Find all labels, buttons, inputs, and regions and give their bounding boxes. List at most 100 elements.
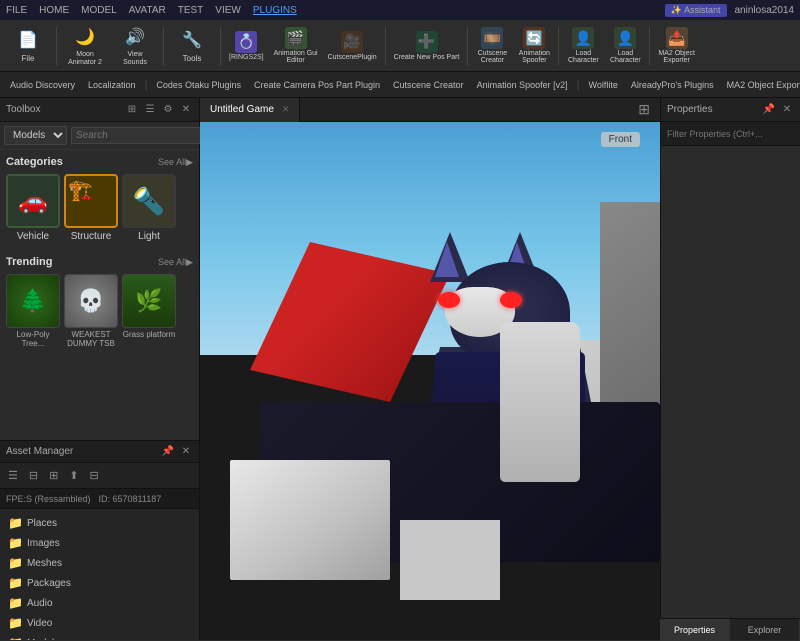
- plugin-audio-discovery[interactable]: Audio Discovery: [4, 74, 81, 96]
- char-eye-left: [438, 292, 460, 308]
- toolbox-settings-icon[interactable]: ⚙: [161, 103, 175, 117]
- meshes-label: Meshes: [27, 558, 62, 569]
- char-eye-right: [500, 292, 522, 308]
- plugin-load-char[interactable]: 👤 LoadCharacter: [563, 23, 603, 69]
- assistant-btn[interactable]: ✨ Assistant: [665, 4, 727, 17]
- categories-grid: 🚗 Vehicle 🏗️ Structure: [6, 174, 193, 242]
- props-close-icon[interactable]: ✕: [780, 103, 794, 117]
- top-menu-bar: FILE HOME MODEL AVATAR TEST VIEW PLUGINS…: [0, 0, 800, 20]
- tree-models[interactable]: 📁 Models: [0, 633, 199, 640]
- toolbox-title: Toolbox: [6, 104, 40, 115]
- meshes-icon: 📁: [8, 556, 23, 570]
- tree-meshes[interactable]: 📁 Meshes: [0, 553, 199, 573]
- dummy-label: WEAKEST DUMMY TSB: [64, 330, 118, 348]
- category-structure[interactable]: 🏗️ Structure: [64, 174, 118, 242]
- asset-menu-btn[interactable]: ☰: [4, 467, 22, 484]
- trending-grid: 🌲 Low-Poly Tree... 💀 WEAKEST DUMMY TSB 🌿…: [6, 274, 193, 348]
- menu-test[interactable]: TEST: [178, 5, 204, 16]
- asset-grid2-btn[interactable]: ⊟: [86, 467, 103, 484]
- file-icon: 📄: [16, 28, 40, 52]
- models-dropdown[interactable]: Models: [4, 126, 67, 145]
- menu-avatar[interactable]: AVATAR: [129, 5, 166, 16]
- tool-moon-animator[interactable]: 🌙 MoonAnimator 2: [61, 23, 109, 69]
- char-eyes: [438, 292, 522, 312]
- white-figure-right: [500, 322, 580, 482]
- tool-tools[interactable]: 🔧 Tools: [168, 23, 216, 69]
- plugin-rings[interactable]: 💍 [RINGS2S]: [225, 23, 268, 69]
- asset-upload-btn[interactable]: ⬆: [65, 467, 82, 484]
- plugin-create-pos[interactable]: ➕ Create New Pos Part: [390, 23, 464, 69]
- category-light[interactable]: 🔦 Light: [122, 174, 176, 242]
- main-layout: Toolbox ⊞ ☰ ⚙ ✕ Models ▼ Categories See …: [0, 98, 800, 640]
- trending-low-poly-tree[interactable]: 🌲 Low-Poly Tree...: [6, 274, 60, 348]
- viewport[interactable]: Front: [200, 122, 660, 640]
- plugin-animation-gui[interactable]: 🎬 Animation GuiEditor: [270, 23, 322, 69]
- asset-info-bar: FPE:S (Ressambled) ID: 6570811187: [0, 489, 199, 509]
- cutscene-icon: 🎥: [341, 31, 363, 53]
- asset-grid-btn[interactable]: ⊞: [45, 467, 62, 484]
- properties-content: [661, 146, 800, 640]
- menu-view[interactable]: VIEW: [215, 5, 241, 16]
- places-icon: 📁: [8, 516, 23, 530]
- properties-filter: Filter Properties (Ctrl+...: [661, 122, 800, 146]
- plugin-wolflite[interactable]: Wolflite: [583, 74, 624, 96]
- plugin-cutscene-creator-bar[interactable]: Cutscene Creator: [387, 74, 470, 96]
- left-panel: Toolbox ⊞ ☰ ⚙ ✕ Models ▼ Categories See …: [0, 98, 200, 640]
- viewport-expand-icon[interactable]: ⊞: [634, 101, 654, 118]
- viewport-view-label: Front: [601, 132, 640, 147]
- animation-gui-icon: 🎬: [285, 27, 307, 49]
- toolbox-list-icon[interactable]: ☰: [143, 103, 157, 117]
- packages-icon: 📁: [8, 576, 23, 590]
- plugin-cutscene[interactable]: 🎥 CutscenePlugin: [324, 23, 381, 69]
- images-label: Images: [27, 538, 60, 549]
- tree-video[interactable]: 📁 Video: [0, 613, 199, 633]
- plugin-codes-otaku[interactable]: Codes Otaku Plugins: [150, 74, 247, 96]
- toolbox-grid-icon[interactable]: ⊞: [125, 103, 139, 117]
- plugin-cutscene-creator[interactable]: 🎞️ CutsceneCreator: [472, 23, 512, 69]
- tab-properties[interactable]: Properties: [660, 619, 730, 641]
- menu-plugins[interactable]: PLUGINS: [253, 5, 297, 16]
- bottom-tabs: Properties Explorer: [660, 618, 800, 640]
- trending-weakest-dummy[interactable]: 💀 WEAKEST DUMMY TSB: [64, 274, 118, 348]
- plugin-anim-spoofer-bar[interactable]: Animation Spoofer [v2]: [471, 74, 574, 96]
- viewport-tab-close[interactable]: ✕: [282, 104, 290, 115]
- packages-label: Packages: [27, 578, 71, 589]
- audio-icon: 📁: [8, 596, 23, 610]
- plugin-ma2-exporter[interactable]: 📤 MA2 ObjectExporter: [654, 23, 699, 69]
- trending-see-all[interactable]: See All▶: [158, 257, 193, 268]
- tool-view-sounds[interactable]: 🔊 ViewSounds: [111, 23, 159, 69]
- plugin-animation-spoofer[interactable]: 🔄 AnimationSpoofer: [514, 23, 554, 69]
- plugin-localization[interactable]: Localization: [82, 74, 142, 96]
- tree-audio[interactable]: 📁 Audio: [0, 593, 199, 613]
- tool-file[interactable]: 📄 File: [4, 23, 52, 69]
- toolbox-close-icon[interactable]: ✕: [179, 103, 193, 117]
- props-pin-icon[interactable]: 📌: [762, 103, 776, 117]
- categories-see-all[interactable]: See All▶: [158, 157, 193, 168]
- plugin-ma2-exporter-bar[interactable]: MA2 Object Exporter: [721, 74, 800, 96]
- trending-title: Trending: [6, 256, 52, 268]
- low-poly-thumb: 🌲: [6, 274, 60, 328]
- audio-label: Audio: [27, 598, 53, 609]
- models-icon: 📁: [8, 636, 23, 640]
- menu-model[interactable]: MODEL: [81, 5, 117, 16]
- asset-pin-icon[interactable]: 📌: [161, 445, 175, 459]
- toolbar-divider: [56, 27, 57, 65]
- tree-packages[interactable]: 📁 Packages: [0, 573, 199, 593]
- tab-explorer[interactable]: Explorer: [730, 619, 800, 641]
- viewport-tab-untitled[interactable]: Untitled Game ✕: [200, 98, 300, 122]
- trending-grass-platform[interactable]: 🌿 Grass platform: [122, 274, 176, 348]
- properties-title: Properties: [667, 104, 713, 115]
- main-toolbar: 📄 File 🌙 MoonAnimator 2 🔊 ViewSounds 🔧 T…: [0, 20, 800, 72]
- viewport-tabs: Untitled Game ✕ ⊞: [200, 98, 660, 122]
- tree-places[interactable]: 📁 Places: [0, 513, 199, 533]
- menu-file[interactable]: FILE: [6, 5, 27, 16]
- tree-images[interactable]: 📁 Images: [0, 533, 199, 553]
- menu-home[interactable]: HOME: [39, 5, 69, 16]
- plugin-create-camera[interactable]: Create Camera Pos Part Plugin: [248, 74, 386, 96]
- search-input[interactable]: [71, 127, 213, 144]
- category-vehicle[interactable]: 🚗 Vehicle: [6, 174, 60, 242]
- plugin-alreadypro[interactable]: AlreadyPro's Plugins: [625, 74, 720, 96]
- plugin-load-char2[interactable]: 👤 LoadCharacter: [605, 23, 645, 69]
- asset-list-btn[interactable]: ⊟: [25, 467, 42, 484]
- asset-close-icon[interactable]: ✕: [179, 445, 193, 459]
